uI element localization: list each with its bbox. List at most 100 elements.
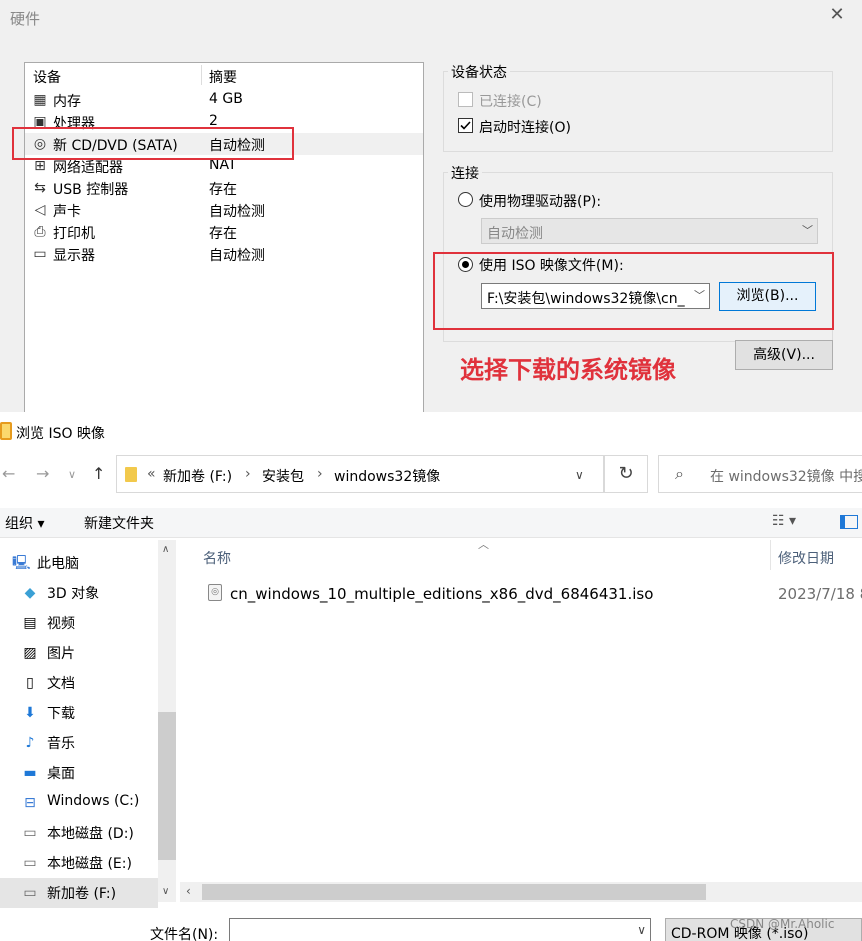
- nav-item-drive-d[interactable]: ▭ 本地磁盘 (D:): [0, 818, 158, 848]
- highlight-cd-dvd-row: [12, 127, 294, 160]
- iso-file-icon: ◎: [208, 584, 222, 601]
- filename-label: 文件名(N):: [150, 927, 219, 941]
- nav-label: 此电脑: [37, 556, 79, 572]
- chevron-down-icon[interactable]: ∨: [637, 923, 646, 937]
- filename-input[interactable]: ∨: [229, 918, 651, 941]
- device-summary: 自动检测: [209, 204, 265, 220]
- device-summary: 存在: [209, 226, 237, 242]
- scroll-up-icon[interactable]: ∧: [162, 544, 169, 555]
- file-list-scrollbar[interactable]: ‹: [180, 882, 862, 902]
- address-bar[interactable]: « 新加卷 (F:) › 安装包 › windows32镜像 ∨: [116, 455, 604, 493]
- search-icon: ⌕: [675, 464, 684, 483]
- device-name: 内存: [53, 94, 81, 110]
- search-input[interactable]: ⌕ 在 windows32镜像 中搜: [658, 455, 862, 493]
- connect-on-start-label: 启动时连接(O): [479, 120, 571, 136]
- nav-item-videos[interactable]: ▤ 视频: [0, 608, 158, 638]
- organize-menu[interactable]: 组织 ▾: [5, 513, 44, 533]
- modified-column-header[interactable]: 修改日期: [778, 548, 834, 568]
- monitor-icon: ▭: [33, 246, 47, 262]
- memory-icon: ▦: [33, 92, 47, 108]
- device-row-monitor[interactable]: ▭ 显示器 自动检测: [25, 243, 423, 265]
- nav-item-music[interactable]: ♪ 音乐: [0, 728, 158, 758]
- nav-scrollbar[interactable]: ∧ ∨: [158, 540, 176, 902]
- nav-item-drive-f[interactable]: ▭ 新加卷 (F:): [0, 878, 158, 908]
- nav-label: Windows (C:): [47, 793, 140, 809]
- breadcrumb-item[interactable]: windows32镜像: [334, 466, 440, 486]
- device-row-sound[interactable]: ◁ 声卡 自动检测: [25, 199, 423, 221]
- nav-label: 文档: [47, 676, 75, 692]
- refresh-icon[interactable]: ↻: [604, 455, 648, 493]
- column-separator: [201, 65, 202, 85]
- breadcrumb-item[interactable]: 新加卷 (F:): [163, 466, 232, 486]
- connection-title: 连接: [448, 163, 482, 183]
- connected-checkbox[interactable]: [458, 92, 473, 107]
- preview-pane-icon[interactable]: [840, 515, 858, 529]
- device-row-memory[interactable]: ▦ 内存 4 GB: [25, 89, 423, 111]
- scrollbar-thumb[interactable]: [158, 712, 176, 860]
- physical-drive-radio[interactable]: [458, 192, 473, 207]
- advanced-button[interactable]: 高级(V)...: [735, 340, 833, 370]
- device-name: 打印机: [53, 226, 95, 242]
- nav-label: 桌面: [47, 766, 75, 782]
- nav-item-pictures[interactable]: ▨ 图片: [0, 638, 158, 668]
- drive-c-icon: ⊟: [24, 795, 36, 811]
- device-status-title: 设备状态: [448, 62, 510, 82]
- connect-on-start-checkbox[interactable]: [458, 118, 473, 133]
- device-list: 设备 摘要 ▦ 内存 4 GB ▣ 处理器 2 ◎ 新 CD/DVD (SATA…: [24, 62, 424, 412]
- toolbar: 组织 ▾ 新建文件夹 ☷ ▾: [0, 508, 862, 538]
- chevron-down-icon: ﹀: [802, 224, 813, 237]
- physical-drive-select[interactable]: 自动检测 ﹀: [481, 218, 818, 244]
- device-row-printer[interactable]: ⎙ 打印机 存在: [25, 221, 423, 243]
- drive-e-icon: ▭: [23, 855, 37, 871]
- recent-locations-icon[interactable]: ∨: [68, 468, 76, 481]
- nav-item-drive-c[interactable]: ⊟ Windows (C:): [0, 788, 158, 818]
- cube-icon: ◆: [24, 585, 36, 601]
- chevron-down-icon[interactable]: ∨: [575, 468, 584, 482]
- app-icon: [0, 422, 12, 440]
- device-name: USB 控制器: [53, 182, 129, 198]
- drive-d-icon: ▭: [23, 825, 37, 841]
- device-summary: 存在: [209, 182, 237, 198]
- file-row[interactable]: ◎ cn_windows_10_multiple_editions_x86_dv…: [180, 580, 862, 608]
- nav-item-this-pc[interactable]: 🖳 此电脑: [0, 548, 158, 578]
- device-row-usb[interactable]: ⇆ USB 控制器 存在: [25, 177, 423, 199]
- nav-item-drive-e[interactable]: ▭ 本地磁盘 (E:): [0, 848, 158, 878]
- nav-item-documents[interactable]: ▯ 文档: [0, 668, 158, 698]
- usb-icon: ⇆: [34, 180, 46, 196]
- up-arrow-icon[interactable]: ↑: [92, 464, 105, 483]
- nav-item-desktop[interactable]: ▬ 桌面: [0, 758, 158, 788]
- device-summary: 自动检测: [209, 248, 265, 264]
- scrollbar-thumb[interactable]: [202, 884, 706, 900]
- view-options-icon[interactable]: ☷ ▾: [772, 513, 796, 529]
- device-column-header[interactable]: 设备: [33, 67, 61, 87]
- chevron-right-icon[interactable]: ›: [317, 466, 323, 482]
- browse-dialog-title: 浏览 ISO 映像: [16, 426, 105, 442]
- nav-label: 新加卷 (F:): [47, 886, 117, 902]
- device-summary: 4 GB: [209, 91, 243, 107]
- nav-label: 下载: [47, 706, 75, 722]
- summary-column-header[interactable]: 摘要: [209, 67, 237, 87]
- nav-item-downloads[interactable]: ⬇ 下载: [0, 698, 158, 728]
- new-folder-button[interactable]: 新建文件夹: [84, 513, 154, 533]
- annotation-text: 选择下载的系统镜像: [460, 356, 676, 384]
- nav-item-3d-objects[interactable]: ◆ 3D 对象: [0, 578, 158, 608]
- nav-label: 本地磁盘 (D:): [47, 826, 134, 842]
- drive-f-icon: ▭: [23, 885, 37, 901]
- back-arrow-icon[interactable]: ←: [2, 464, 15, 483]
- device-name: 声卡: [53, 204, 81, 220]
- scroll-down-icon[interactable]: ∨: [162, 886, 169, 897]
- document-icon: ▯: [26, 675, 34, 691]
- printer-icon: ⎙: [34, 224, 46, 240]
- file-modified: 2023/7/18 8: [778, 585, 862, 603]
- forward-arrow-icon[interactable]: →: [36, 464, 49, 483]
- chevron-right-icon[interactable]: ›: [245, 466, 251, 482]
- physical-drive-label: 使用物理驱动器(P):: [479, 194, 602, 210]
- breadcrumb-item[interactable]: 安装包: [262, 466, 304, 486]
- hardware-dialog: 硬件 ✕ 设备 摘要 ▦ 内存 4 GB ▣ 处理器 2 ◎ 新 CD/DVD …: [0, 0, 862, 412]
- scroll-left-icon[interactable]: ‹: [186, 884, 191, 898]
- name-column-header[interactable]: 名称: [203, 548, 231, 568]
- search-placeholder: 在 windows32镜像 中搜: [710, 469, 862, 485]
- close-icon[interactable]: ✕: [826, 4, 848, 26]
- navigation-pane: 🖳 此电脑 ◆ 3D 对象 ▤ 视频 ▨ 图片 ▯ 文档 ⬇ 下载 ♪ 音乐 ▬: [0, 540, 176, 908]
- speaker-icon: ◁: [34, 202, 46, 218]
